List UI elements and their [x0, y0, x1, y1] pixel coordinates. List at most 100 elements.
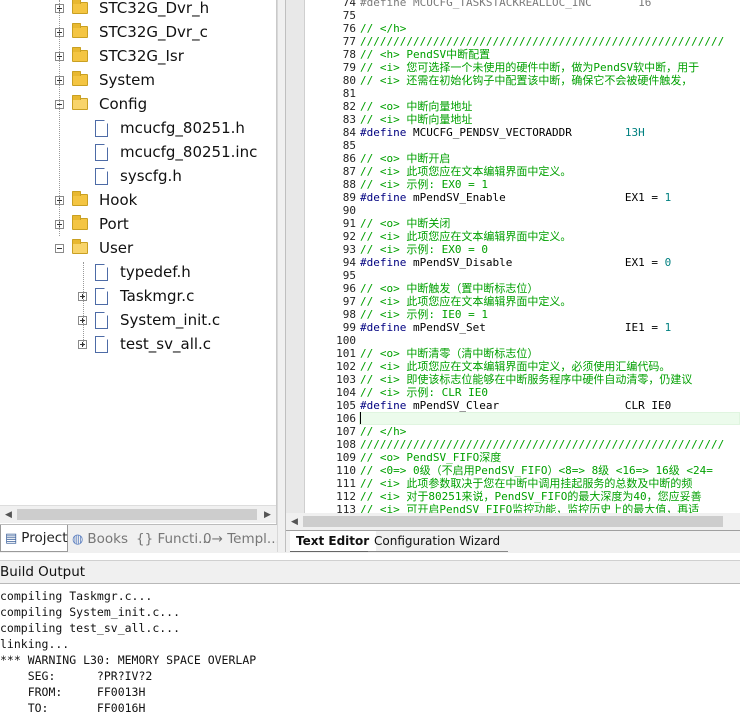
build-output-line: compiling test_sv_all.c... — [0, 621, 181, 635]
code-line[interactable]: 85 — [286, 139, 740, 152]
code-line[interactable]: 101 // <o> 中断清零（清中断标志位） — [286, 347, 740, 360]
code-line[interactable]: 78 // <h> PendSV中断配置 — [286, 48, 740, 61]
code-line[interactable]: 75 — [286, 9, 740, 22]
code-line[interactable]: 79 // <i> 您可选择一个未使用的硬件中断，做为PendSV软中断，用于 — [286, 61, 740, 74]
code-text: #define mPendSV_Clear CLR IE0 — [360, 399, 671, 412]
code-line[interactable]: 105 #define mPendSV_Clear CLR IE0 — [286, 399, 740, 412]
code-line[interactable]: 83 // <i> 中断向量地址 — [286, 113, 740, 126]
scroll-right-icon[interactable]: ▶ — [259, 506, 276, 523]
code-line[interactable]: 103 // <i> 即使该标志位能够在中断服务程序中硬件自动清零，仍建议 — [286, 373, 740, 386]
tree-horizontal-scrollbar[interactable]: ◀ ▶ — [0, 505, 276, 523]
build-output-panel[interactable]: compiling Taskmgr.c... compiling System_i… — [0, 584, 740, 718]
file-icon — [95, 167, 108, 185]
code-editor[interactable]: 74 #define MCUCFG_TASKSTACKREALLOC_INC 16… — [286, 0, 740, 513]
code-line[interactable]: 111 // <i> 此项参数取决于您在中断中调用挂起服务的总数及中断的频 — [286, 477, 740, 490]
code-line[interactable]: 98 // <i> 示例: IE0 = 1 — [286, 308, 740, 321]
tree-folder-item[interactable]: User — [55, 236, 133, 260]
code-text: // <o> 中断触发（置中断标志位） — [360, 282, 538, 295]
code-line[interactable]: 94 #define mPendSV_Disable EX1 = 0 — [286, 256, 740, 269]
folder-icon — [72, 71, 88, 86]
code-line[interactable]: 99 #define mPendSV_Set IE1 = 1 — [286, 321, 740, 334]
code-line[interactable]: 74 #define MCUCFG_TASKSTACKREALLOC_INC 16 — [286, 0, 740, 9]
editor-horizontal-scrollbar[interactable]: ◀ — [286, 513, 740, 530]
tab-templ[interactable]: 0→ Templ... — [203, 527, 280, 551]
scroll-left-icon[interactable]: ◀ — [286, 513, 303, 530]
tree-item-label: syscfg.h — [120, 167, 182, 185]
tree-folder-item[interactable]: STC32G_Dvr_h — [55, 0, 209, 20]
code-token: #define — [360, 191, 413, 204]
code-line[interactable]: 92 // <i> 此项您应在文本编辑界面中定义。 — [286, 230, 740, 243]
tree-file-item[interactable]: syscfg.h — [78, 164, 182, 188]
project-tree-pane[interactable]: STC32G_Dvr_h STC32G_Dvr_c STC32G_Isr System… — [0, 0, 276, 524]
code-text: // <i> 此项您应在文本编辑界面中定义。 — [360, 165, 571, 178]
line-number: 110 — [336, 464, 356, 477]
tab-text-editor[interactable]: Text Editor — [290, 531, 376, 552]
code-line[interactable]: 97 // <i> 此项您应在文本编辑界面中定义。 — [286, 295, 740, 308]
tree-folder-item[interactable]: Port — [55, 212, 129, 236]
code-line[interactable]: 108 /////////////////////////////////////… — [286, 438, 740, 451]
code-line[interactable]: 100 — [286, 334, 740, 347]
build-output-line: *** WARNING L30: MEMORY SPACE OVERLAP — [0, 653, 257, 667]
tree-file-item[interactable]: mcucfg_80251.h — [78, 116, 245, 140]
tab-configuration-wizard[interactable]: Configuration Wizard — [368, 531, 508, 552]
code-line[interactable]: 110 // <0=> 0级（不启用PendSV_FIFO）<8=> 8级 <16… — [286, 464, 740, 477]
collapse-icon[interactable] — [55, 243, 64, 253]
code-line[interactable]: 81 — [286, 87, 740, 100]
code-line[interactable]: 77 //////////////////////////////////////… — [286, 35, 740, 48]
code-line[interactable]: 86 // <o> 中断开启 — [286, 152, 740, 165]
line-number: 86 — [342, 152, 356, 165]
code-line[interactable]: 112 // <i> 对于80251来说，PendSV_FIFO的最大深度为40，… — [286, 490, 740, 503]
tree-folder-item[interactable]: System — [55, 68, 155, 92]
tab-label: Books — [87, 531, 128, 547]
code-line[interactable]: 84 #define MCUCFG_PENDSV_VECTORADDR 13H — [286, 126, 740, 139]
code-line[interactable]: 96 // <o> 中断触发（置中断标志位） — [286, 282, 740, 295]
code-line[interactable]: 80 // <i> 还需在初始化钩子中配置该中断，确保它不会被硬件触发， — [286, 74, 740, 87]
code-line[interactable]: 107 // </h> — [286, 425, 740, 438]
code-line[interactable]: 88 // <i> 示例: EX0 = 1 — [286, 178, 740, 191]
code-line[interactable]: 90 — [286, 204, 740, 217]
tree-item-label: Hook — [99, 191, 138, 209]
code-line[interactable]: 76 // </h> — [286, 22, 740, 35]
tab-project[interactable]: ▤ Project — [0, 525, 68, 552]
code-token: ////////////////////////////////////////… — [360, 438, 725, 451]
code-line[interactable]: 93 // <i> 示例: EX0 = 0 — [286, 243, 740, 256]
tree-folder-item[interactable]: Hook — [55, 188, 137, 212]
code-line[interactable]: 104 // <i> 示例: CLR IE0 — [286, 386, 740, 399]
code-line[interactable]: 82 // <o> 中断向量地址 — [286, 100, 740, 113]
code-line[interactable]: 87 // <i> 此项您应在文本编辑界面中定义。 — [286, 165, 740, 178]
tree-folder-item[interactable]: STC32G_Dvr_c — [55, 20, 208, 44]
tree-file-item[interactable]: Taskmgr.c — [78, 284, 194, 308]
code-token: #define — [360, 126, 413, 139]
line-number: 89 — [342, 191, 356, 204]
code-token: // <o> 中断开启 — [360, 152, 451, 165]
pane-splitter[interactable] — [277, 0, 286, 552]
code-token: // <0=> 0级（不启用PendSV_FIFO）<8=> 8级 <16=> … — [360, 464, 713, 477]
code-line[interactable]: 113 // <i> 可开启PendSV_FIFO监控功能，监控历史上的最大值，再… — [286, 503, 740, 513]
tree-file-item[interactable]: typedef.h — [78, 260, 191, 284]
editor-scroll-thumb[interactable] — [303, 516, 723, 527]
tree-folder-item[interactable]: Config — [55, 92, 147, 116]
tree-file-item[interactable]: mcucfg_80251.inc — [78, 140, 257, 164]
code-token: // </h> — [360, 425, 407, 438]
tree-scroll-thumb[interactable] — [17, 509, 257, 520]
tree-item-label: Config — [99, 95, 148, 113]
tree-item-label: mcucfg_80251.h — [120, 119, 245, 137]
tree-file-item[interactable]: System_init.c — [78, 308, 220, 332]
code-line[interactable]: 102 // <i> 此项您应在文本编辑界面中定义，必须使用汇编代码。 — [286, 360, 740, 373]
code-token: // <o> 中断触发（置中断标志位） — [360, 282, 539, 295]
tab-books[interactable]: ◍ Books — [68, 527, 134, 551]
code-line[interactable]: 91 // <o> 中断关闭 — [286, 217, 740, 230]
code-text: #define mPendSV_Enable EX1 = 1 — [360, 191, 671, 204]
tree-item-label: typedef.h — [120, 263, 191, 281]
code-line[interactable]: 106 — [286, 412, 740, 425]
code-line[interactable]: 109 // <o> PendSV_FIFO深度 — [286, 451, 740, 464]
scroll-left-icon[interactable]: ◀ — [0, 506, 17, 523]
code-text: // <o> 中断向量地址 — [360, 100, 472, 113]
tab-functi[interactable]: {} Functi... — [136, 527, 211, 551]
tree-file-item[interactable]: test_sv_all.c — [78, 332, 211, 356]
code-line[interactable]: 89 #define mPendSV_Enable EX1 = 1 — [286, 191, 740, 204]
code-line[interactable]: 95 — [286, 269, 740, 282]
tree-folder-item[interactable]: STC32G_Isr — [55, 44, 184, 68]
code-text: // <i> 对于80251来说，PendSV_FIFO的最大深度为40，您应妥… — [360, 490, 702, 503]
code-text: // <o> PendSV_FIFO深度 — [360, 451, 501, 464]
